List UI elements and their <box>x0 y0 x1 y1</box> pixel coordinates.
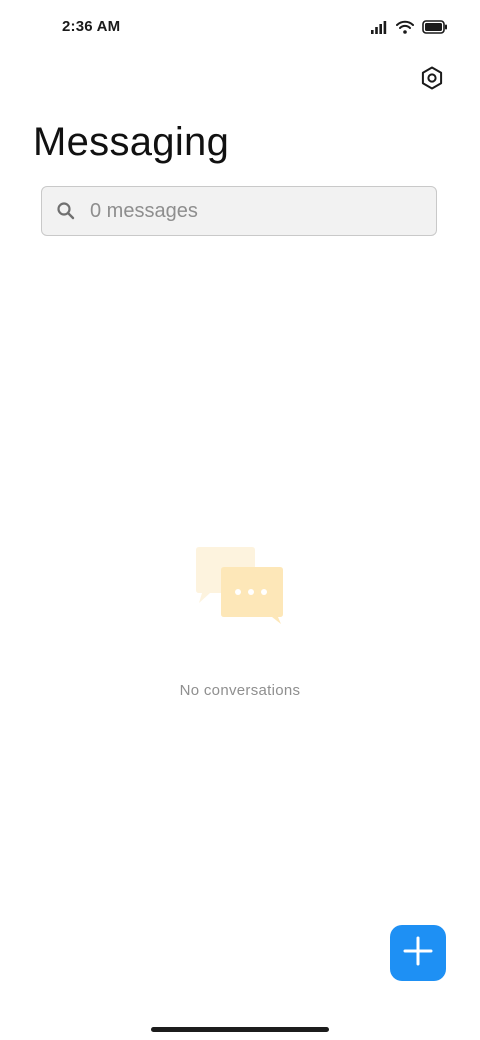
status-time: 2:36 AM <box>62 18 121 35</box>
battery-icon <box>422 20 448 34</box>
plus-icon <box>402 935 434 972</box>
chat-bubbles-icon <box>194 546 286 626</box>
search-bar[interactable] <box>41 186 437 236</box>
page-title: Messaging <box>33 120 230 164</box>
wifi-icon <box>396 20 414 34</box>
home-indicator[interactable] <box>151 1027 329 1032</box>
settings-button[interactable] <box>418 66 446 94</box>
signal-icon <box>370 20 388 34</box>
new-conversation-button[interactable] <box>390 925 446 981</box>
empty-state: No conversations <box>0 546 480 699</box>
status-icons <box>370 18 448 36</box>
status-bar: 2:36 AM <box>0 0 480 56</box>
search-icon <box>56 201 76 221</box>
settings-icon <box>419 65 445 96</box>
empty-state-text: No conversations <box>179 682 301 699</box>
search-input[interactable] <box>90 191 410 231</box>
